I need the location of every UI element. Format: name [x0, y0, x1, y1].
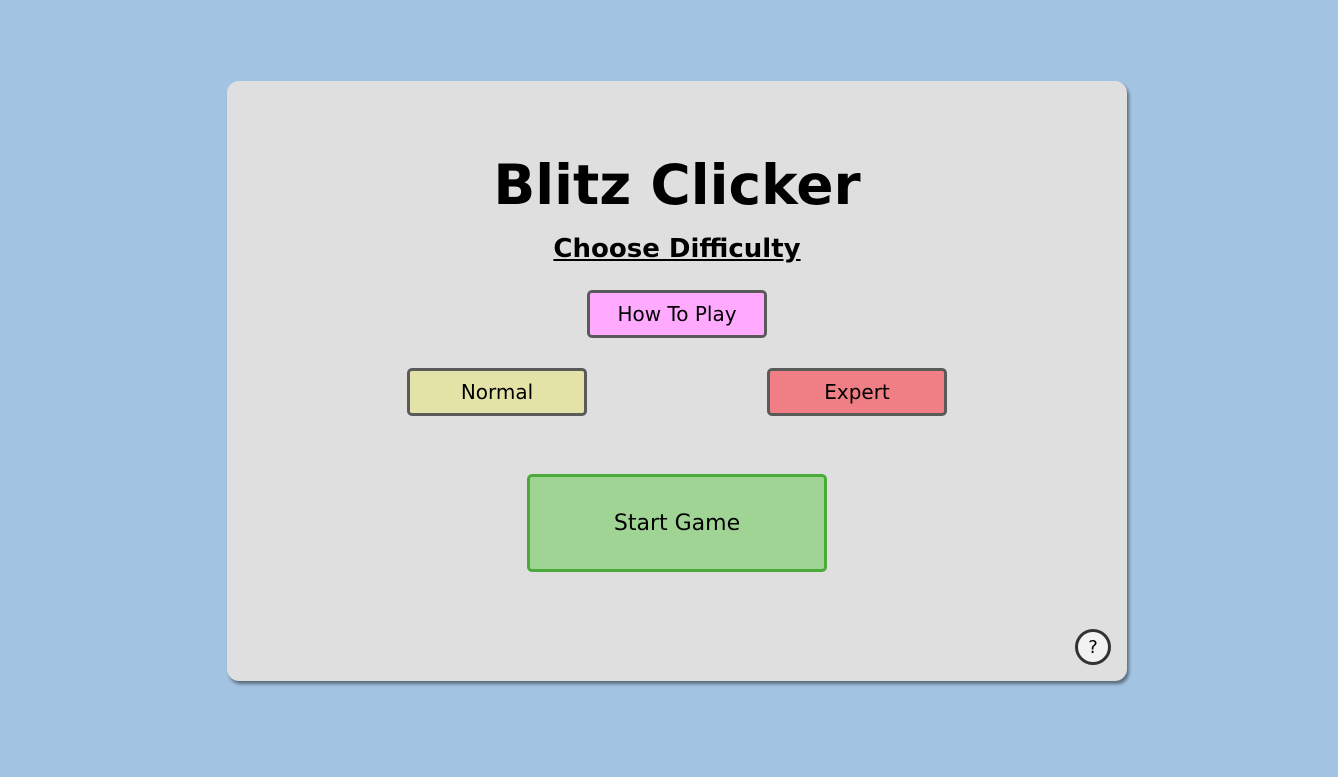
- difficulty-heading: Choose Difficulty: [553, 234, 801, 264]
- normal-difficulty-button[interactable]: Normal: [407, 368, 587, 416]
- start-game-button[interactable]: Start Game: [527, 474, 827, 572]
- help-icon[interactable]: ?: [1075, 629, 1111, 665]
- how-to-play-button[interactable]: How To Play: [587, 290, 767, 338]
- expert-difficulty-button[interactable]: Expert: [767, 368, 947, 416]
- game-title: Blitz Clicker: [493, 153, 861, 217]
- game-menu-panel: Blitz Clicker Choose Difficulty How To P…: [227, 81, 1127, 681]
